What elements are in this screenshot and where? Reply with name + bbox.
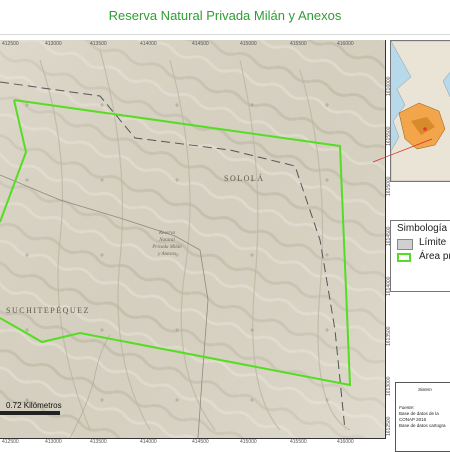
source-line: Base de datos cartogra [399, 423, 446, 428]
legend-item-area: Área pr [397, 251, 450, 265]
source-notes: Sistem Fuente: Base de datos de la CONAP… [395, 382, 450, 452]
gray-box-swatch [397, 239, 413, 250]
legend-title: Simbología [397, 223, 448, 234]
source-label: Fuente: [399, 405, 415, 410]
notes-heading: Sistem [418, 387, 432, 392]
inset-leader-line [372, 138, 433, 163]
source-line: CONAP 2016 [399, 417, 427, 422]
legend: Simbología Límite Área pr [390, 220, 450, 292]
source-line: Base de datos de la [399, 411, 439, 416]
green-outline-swatch [397, 253, 411, 262]
legend-item-limite: Límite [397, 237, 450, 251]
